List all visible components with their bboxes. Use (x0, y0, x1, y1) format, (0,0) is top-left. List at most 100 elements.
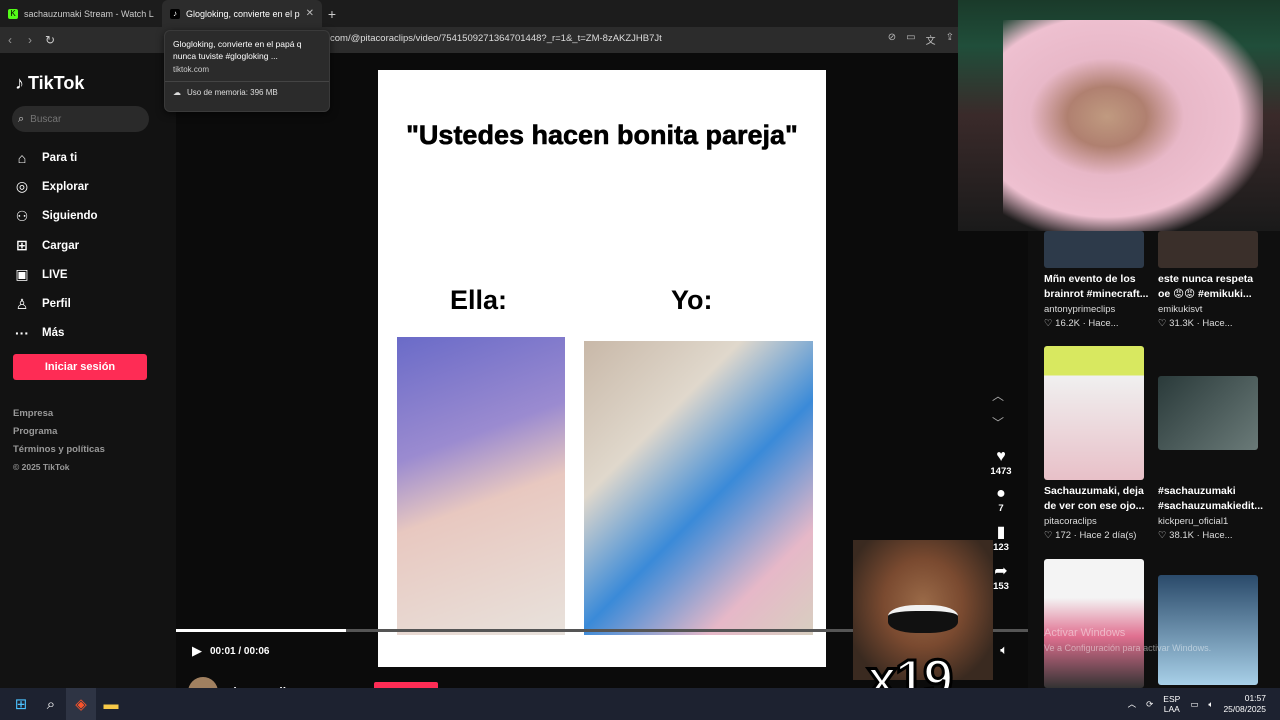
brave-browser-icon[interactable]: ◈ (66, 688, 96, 720)
volume-icon[interactable]: 🔈︎ (1000, 642, 1008, 658)
sidebar-item-label: Cargar (42, 239, 80, 252)
rec-meta: ♡ 31.3K · Hace... (1158, 318, 1233, 329)
tiktok-logo[interactable]: ♪ TikTok (15, 73, 84, 94)
rec-card[interactable]: este nunca respeta oe 😡😡 #emikuki... emi… (1158, 231, 1268, 329)
network-icon[interactable]: ▭ (1190, 699, 1198, 710)
hover-card-domain: tiktok.com (173, 65, 210, 74)
search-input[interactable] (30, 113, 131, 125)
memory-icon: ☁ (173, 88, 181, 97)
rec-user: pitacoraclips (1044, 516, 1097, 527)
rec-card[interactable]: Mñn evento de los brainrot #minecraft...… (1044, 231, 1154, 329)
copyright: © 2025 TikTok (13, 462, 70, 472)
share-arrow-icon[interactable]: ➦ (994, 561, 1007, 581)
kick-icon: K (8, 8, 18, 19)
memory-usage: ☁ Uso de memoria: 396 MB (173, 88, 321, 97)
time-display: 00:01 / 00:06 (210, 645, 270, 657)
forward-icon[interactable]: › (20, 33, 40, 47)
rec-meta: ♡ 16.2K · Hace... (1044, 318, 1119, 329)
streamer-image (1003, 20, 1263, 231)
file-explorer-icon[interactable]: ▬ (96, 688, 126, 720)
share-count: 153 (993, 581, 1009, 592)
compass-icon: ◎ (15, 178, 29, 195)
back-icon[interactable]: ‹ (0, 33, 20, 47)
watermark-line2: Ve a Configuración para activar Windows. (1044, 643, 1212, 653)
rec-meta: ♡ 172 · Hace 2 día(s) (1044, 530, 1137, 541)
sidebar-item-cargar[interactable]: ⊞ Cargar (14, 231, 98, 260)
sidebar-item-siguiendo[interactable]: ⚇ Siguiendo (14, 202, 98, 231)
sidebar-item-live[interactable]: ▣ LIVE (14, 260, 98, 289)
more-icon: ··· (15, 325, 29, 342)
rec-thumbnail (1158, 376, 1258, 450)
upload-icon: ⊞ (16, 237, 28, 254)
url-field[interactable]: com/@pitacoraclips/video/754150927136470… (330, 33, 662, 44)
following-icon: ⚇ (15, 207, 29, 224)
chevron-up-icon[interactable]: ︿ (1128, 698, 1137, 710)
rec-title: #sachauzumaki #sachauzumakiedit... (1158, 485, 1264, 512)
tab-title: sachauzumaki Stream - Watch Live o (24, 8, 154, 19)
rec-title: este nunca respeta oe 😡😡 #emikuki... (1158, 273, 1254, 300)
search-icon: ⌕ (18, 112, 25, 125)
sync-icon[interactable]: ⟳ (1146, 699, 1153, 710)
tiktok-sidebar: ♪ TikTok ⌕ ⌂ Para ti ◎ Explorar ⚇ Siguie… (0, 53, 176, 688)
sidebar-item-para-ti[interactable]: ⌂ Para ti (14, 143, 98, 172)
clock[interactable]: 01:57 25/08/2025 (1223, 693, 1266, 715)
tab-hover-card: Glogloking, convierte en el papá q nunca… (164, 30, 330, 112)
rec-thumbnail (1044, 559, 1144, 688)
search-box[interactable]: ⌕ (12, 106, 149, 132)
new-tab-button[interactable]: + (322, 6, 342, 22)
footer-link-programa[interactable]: Programa (13, 426, 105, 444)
video-caption: "Ustedes hacen bonita pareja" (406, 120, 798, 151)
address-bar-icons: ⊘ ▭ 文 ⇪ (888, 32, 954, 47)
sidebar-item-label: Explorar (42, 180, 89, 193)
rec-card[interactable] (1044, 559, 1154, 688)
login-button[interactable]: Iniciar sesión (13, 354, 147, 380)
play-icon[interactable]: ▶ (192, 643, 202, 659)
heart-icon[interactable]: ♥ (996, 448, 1006, 466)
progress-fill (176, 629, 347, 632)
system-tray: ︿ ⟳ ESP LAA ▭ 🔈︎ 01:57 25/08/2025 (1128, 688, 1280, 720)
rec-thumbnail (1044, 231, 1144, 268)
sidebar-item-perfil[interactable]: ♙ Perfil (14, 289, 98, 318)
like-count: 1473 (990, 466, 1012, 477)
player-controls: ▶ 00:01 / 00:06 (192, 643, 270, 659)
watermark-line1: Activar Windows (1044, 627, 1126, 639)
tab-kick-stream[interactable]: K sachauzumaki Stream - Watch Live o (0, 0, 162, 27)
rec-title: Sachauzumaki, deja de ver con ese ojo... (1044, 485, 1145, 512)
windows-activation-watermark: Activar Windows Ve a Configuración para … (1044, 626, 1211, 656)
footer-link-terminos[interactable]: Términos y políticas (13, 444, 105, 462)
rec-user: antonyprimeclips (1044, 304, 1116, 315)
sidebar-footer: Empresa Programa Términos y políticas © … (13, 408, 105, 480)
brand-name: TikTok (28, 73, 85, 93)
reload-icon[interactable]: ↻ (40, 33, 60, 47)
comment-count: 7 (998, 503, 1004, 514)
comment-icon[interactable]: ● (996, 485, 1006, 503)
footer-link-empresa[interactable]: Empresa (13, 408, 105, 426)
no-tracking-icon[interactable]: ⊘ (888, 32, 896, 47)
rec-thumbnail (1158, 231, 1258, 268)
close-tab-icon[interactable]: ✕ (306, 8, 314, 19)
translate-icon[interactable]: 文 (926, 32, 936, 47)
tab-tiktok[interactable]: ♪ Glogloking, convierte en el papá ✕ (162, 0, 322, 27)
sidebar-item-explorar[interactable]: ◎ Explorar (14, 172, 98, 201)
address-bar: ‹ › ↻ com/@pitacoraclips/video/754150927… (0, 27, 958, 53)
rec-card[interactable]: Sachauzumaki, deja de ver con ese ojo...… (1044, 346, 1154, 541)
video-frame[interactable]: "Ustedes hacen bonita pareja" Ella: Yo: (378, 70, 826, 667)
sidebar-menu: ⌂ Para ti ◎ Explorar ⚇ Siguiendo ⊞ Carga… (14, 143, 98, 348)
speaker-icon[interactable]: 🔈︎ (1208, 699, 1213, 710)
rec-user: kickperu_oficial1 (1158, 516, 1229, 527)
bookmark-icon[interactable]: ▮ (997, 522, 1006, 542)
clock-date: 25/08/2025 (1223, 704, 1266, 714)
share-icon[interactable]: ⇪ (946, 32, 954, 47)
profile-icon: ♙ (15, 295, 29, 312)
search-icon[interactable]: ⌕ (36, 688, 66, 720)
tab-title: Glogloking, convierte en el papá (186, 8, 300, 19)
windows-start-icon[interactable]: ⊞ (6, 688, 36, 720)
tiktok-icon: ♪ (170, 8, 180, 19)
sidebar-item-mas[interactable]: ··· Más (14, 319, 98, 348)
chevron-up-icon[interactable]: ︿ (992, 387, 1004, 404)
rec-card[interactable]: #sachauzumaki #sachauzumakiedit... kickp… (1158, 376, 1268, 541)
language-indicator[interactable]: ESP LAA (1163, 694, 1180, 714)
chevron-down-icon[interactable]: ﹀ (992, 414, 1004, 431)
reader-icon[interactable]: ▭ (906, 32, 915, 47)
label-ella: Ella: (450, 285, 508, 315)
